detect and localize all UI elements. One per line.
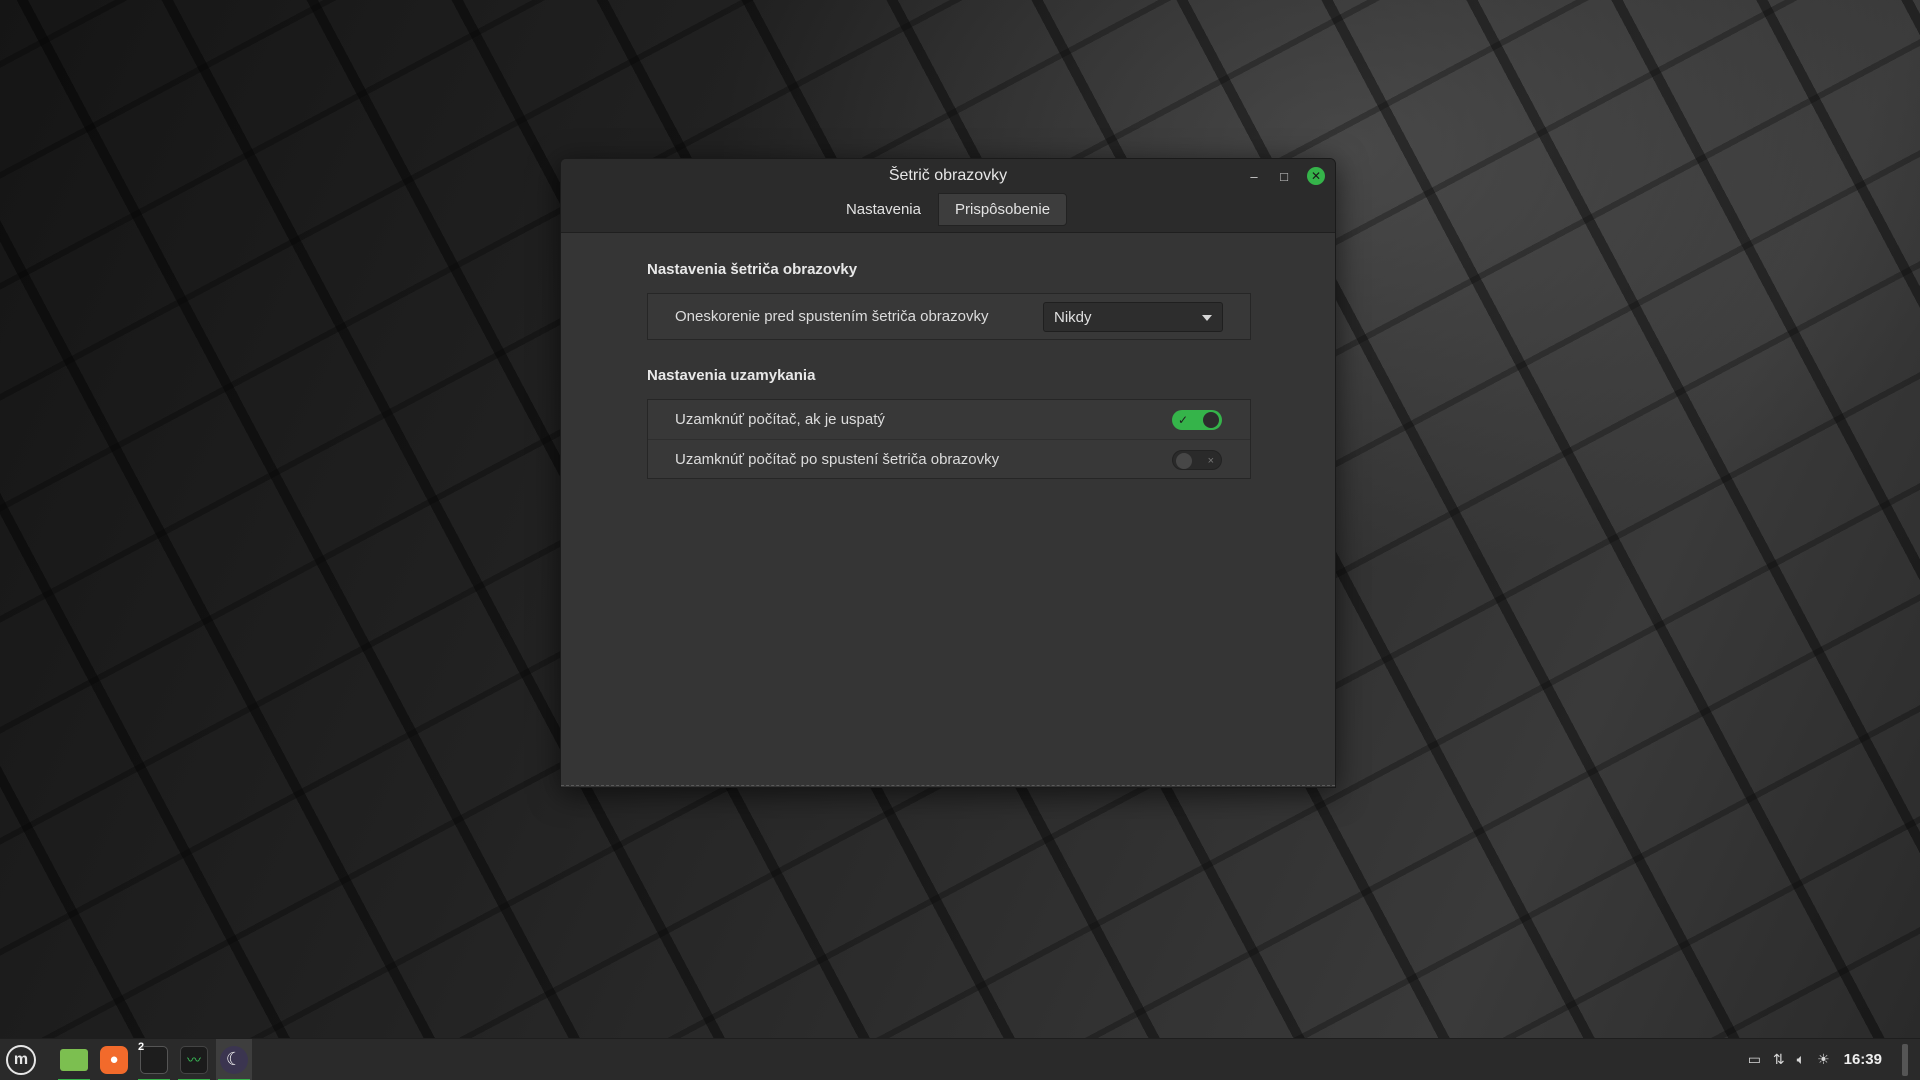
delay-dropdown[interactable]: Nikdy — [1043, 302, 1223, 332]
menu-button[interactable]: m — [0, 1039, 42, 1080]
volume-icon[interactable]: 🔈︎ — [1797, 1051, 1805, 1068]
system-monitor-launcher[interactable]: 〰 — [176, 1039, 212, 1080]
moon-icon: ☾ — [220, 1045, 248, 1074]
lock-when-asleep-label: Uzamknúť počítač, ak je uspatý — [675, 411, 885, 428]
tab-bar: Nastavenia Prispôsobenie — [561, 193, 1335, 226]
linux-mint-logo-icon: m — [6, 1044, 36, 1075]
terminal-launcher[interactable]: 2 — [136, 1039, 172, 1080]
network-icon[interactable]: ⇅ — [1773, 1051, 1785, 1068]
tab-nastavenia[interactable]: Nastavenia — [829, 193, 938, 226]
close-button[interactable]: ✕ — [1307, 167, 1325, 185]
window-titlebar[interactable]: Šetrič obrazovky – □ ✕ Nastavenia Prispô… — [561, 159, 1335, 233]
lock-after-screensaver-row: Uzamknúť počítač po spustení šetriča obr… — [648, 439, 1250, 478]
lock-after-screensaver-label: Uzamknúť počítač po spustení šetriča obr… — [675, 450, 1000, 468]
system-monitor-icon: 〰 — [180, 1045, 208, 1074]
lock-settings-box: Uzamknúť počítač, ak je uspatý ✓ Uzamknú… — [647, 399, 1251, 479]
system-tray: ▭ ⇅ 🔈︎ ☀ 16:39 — [1748, 1043, 1920, 1076]
lock-section-title: Nastavenia uzamykania — [647, 367, 816, 384]
window-count-badge: 2 — [138, 1040, 145, 1053]
screensaver-settings-box: Oneskorenie pred spustením šetriča obraz… — [647, 293, 1251, 340]
lock-when-asleep-row: Uzamknúť počítač, ak je uspatý ✓ — [648, 400, 1250, 439]
screensaver-settings-window: Šetrič obrazovky – □ ✕ Nastavenia Prispô… — [560, 158, 1336, 788]
window-controls: – □ ✕ — [1243, 165, 1325, 187]
brightness-icon[interactable]: ☀ — [1817, 1051, 1830, 1068]
taskbar-launchers: ● 2 〰 ☾ — [56, 1038, 252, 1080]
toggle-knob — [1176, 453, 1192, 469]
maximize-button[interactable]: □ — [1273, 165, 1295, 187]
display-icon[interactable]: ▭ — [1748, 1051, 1761, 1068]
chevron-down-icon — [1202, 315, 1212, 321]
toggle-knob — [1203, 412, 1219, 428]
minimize-button[interactable]: – — [1243, 165, 1265, 187]
screensaver-section-title: Nastavenia šetriča obrazovky — [647, 261, 858, 278]
lock-after-screensaver-toggle[interactable]: × — [1172, 450, 1222, 470]
files-launcher[interactable] — [56, 1039, 92, 1080]
check-icon: ✓ — [1178, 413, 1189, 427]
cross-icon: × — [1207, 455, 1214, 467]
settings-content: Nastavenia šetriča obrazovky Oneskorenie… — [561, 234, 1335, 787]
lock-when-asleep-toggle[interactable]: ✓ — [1172, 410, 1222, 430]
terminal-icon — [140, 1045, 168, 1074]
clock[interactable]: 16:39 — [1844, 1051, 1882, 1068]
firefox-icon: ● — [100, 1045, 128, 1074]
firefox-launcher[interactable]: ● — [96, 1039, 132, 1080]
window-bottom-edge — [561, 785, 1335, 787]
show-desktop-button[interactable] — [1902, 1043, 1908, 1076]
screensaver-launcher[interactable]: ☾ — [216, 1038, 252, 1080]
delay-row: Oneskorenie pred spustením šetriča obraz… — [648, 294, 1250, 339]
delay-dropdown-value: Nikdy — [1054, 308, 1092, 326]
delay-label: Oneskorenie pred spustením šetriča obraz… — [675, 308, 989, 325]
folder-icon — [60, 1048, 88, 1071]
taskbar: m ● 2 〰 ☾ ▭ ⇅ 🔈︎ ☀ 16:39 — [0, 1038, 1920, 1080]
tab-prisposobenie[interactable]: Prispôsobenie — [937, 193, 1068, 226]
window-title: Šetrič obrazovky — [888, 167, 1008, 184]
